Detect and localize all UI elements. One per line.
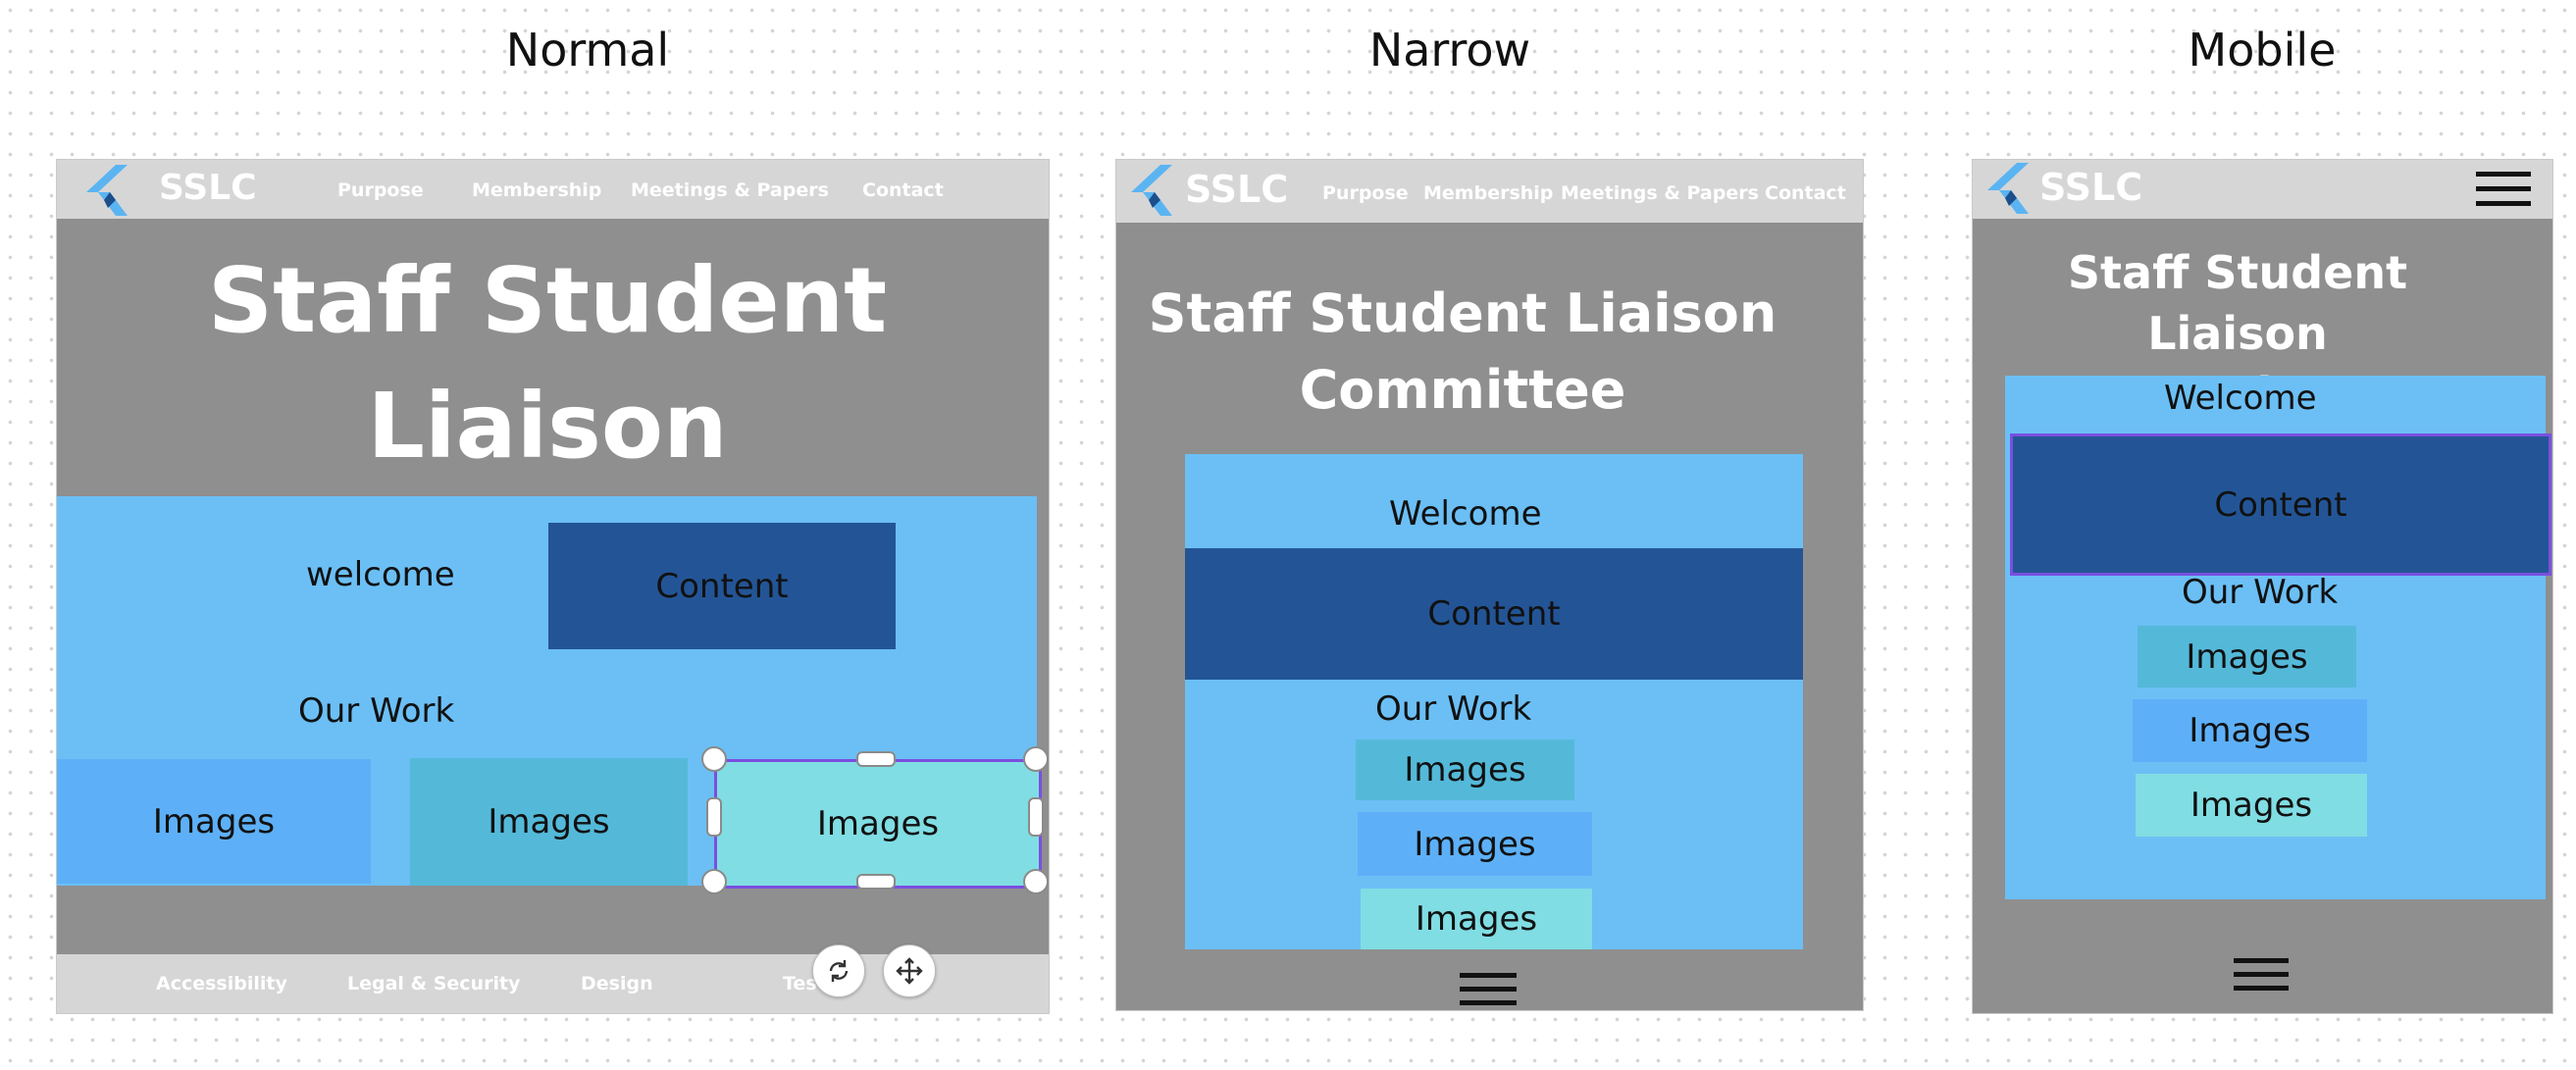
mobile-image-1-label: Images: [2186, 637, 2308, 677]
footer-accessibility[interactable]: Accessibility: [156, 973, 287, 994]
hamburger-menu-icon[interactable]: [2234, 954, 2289, 995]
page-title-line1: Staff Student Liaison: [2067, 246, 2408, 360]
footer-legal-security[interactable]: Legal & Security: [347, 973, 520, 994]
normal-content-label: Content: [655, 566, 789, 606]
normal-image-1[interactable]: Images: [57, 759, 371, 884]
nav-membership[interactable]: Membership: [1423, 182, 1553, 204]
mobile-content-label: Content: [2214, 484, 2347, 525]
normal-image-3-label: Images: [816, 804, 940, 843]
move-button[interactable]: [883, 944, 936, 997]
rotate-icon: [829, 960, 849, 982]
nav-membership[interactable]: Membership: [472, 179, 601, 201]
normal-image-2-label: Images: [488, 802, 610, 841]
flutter-logo-icon: [86, 165, 128, 216]
mobile-welcome-label: Welcome: [2164, 379, 2317, 418]
brand-logo-text[interactable]: SSLC: [159, 168, 257, 208]
brand-logo-text[interactable]: SSLC: [1185, 168, 1288, 211]
narrow-image-2-label: Images: [1414, 824, 1536, 864]
resize-handle-right[interactable]: [1028, 797, 1044, 837]
page-title-line1: Staff Student Liaison: [207, 248, 888, 479]
mobile-image-3-label: Images: [2190, 786, 2313, 825]
flutter-logo-icon: [1987, 163, 2029, 214]
move-icon: [896, 957, 923, 985]
nav-contact[interactable]: Contact: [1765, 182, 1846, 204]
mobile-image-1[interactable]: Images: [2138, 626, 2356, 688]
mobile-content-box-selected[interactable]: Content: [2010, 433, 2551, 576]
narrow-image-1-label: Images: [1404, 750, 1526, 790]
footer-design[interactable]: Design: [581, 973, 653, 994]
nav-meetings-papers[interactable]: Meetings & Papers: [1561, 182, 1759, 204]
mobile-image-2[interactable]: Images: [2133, 699, 2367, 762]
resize-handle-top-right[interactable]: [1023, 746, 1049, 772]
normal-image-1-label: Images: [152, 801, 276, 841]
heading-normal: Normal: [505, 24, 670, 76]
heading-mobile: Mobile: [2188, 24, 2337, 76]
nav-contact[interactable]: Contact: [862, 179, 944, 201]
narrow-image-3[interactable]: Images: [1361, 889, 1592, 949]
resize-handle-bottom[interactable]: [856, 874, 896, 890]
resize-handle-bottom-left[interactable]: [701, 869, 727, 894]
nav-purpose[interactable]: Purpose: [1322, 182, 1409, 204]
normal-navbar: SSLC Purpose Membership Meetings & Paper…: [57, 160, 1049, 219]
resize-handle-bottom-right[interactable]: [1023, 869, 1049, 894]
hamburger-menu-icon[interactable]: [1460, 969, 1517, 1010]
page-title-line2: Committee: [1299, 359, 1626, 421]
mobile-image-3[interactable]: Images: [2136, 774, 2367, 837]
mobile-frame[interactable]: SSLC Staff Student Liaison Committee Wel…: [1972, 159, 2553, 1014]
page-title-line1: Staff Student Liaison: [1148, 282, 1777, 344]
resize-handle-top-left[interactable]: [701, 746, 727, 772]
narrow-content-box[interactable]: Content: [1185, 548, 1803, 680]
mobile-navbar: SSLC: [1973, 160, 2552, 219]
mobile-our-work-label: Our Work: [2182, 573, 2339, 612]
normal-content-box[interactable]: Content: [548, 523, 896, 649]
page-title: Staff Student Liaison Committee: [1116, 276, 1809, 429]
resize-handle-top[interactable]: [856, 751, 896, 767]
normal-our-work-label: Our Work: [298, 691, 455, 731]
narrow-content-label: Content: [1427, 594, 1561, 634]
mobile-image-2-label: Images: [2189, 711, 2311, 750]
narrow-image-3-label: Images: [1415, 899, 1538, 939]
flutter-logo-icon: [1131, 165, 1172, 216]
hamburger-menu-icon[interactable]: [2476, 168, 2531, 211]
narrow-welcome-label: Welcome: [1389, 494, 1542, 534]
nav-meetings-papers[interactable]: Meetings & Papers: [631, 179, 829, 201]
resize-handle-left[interactable]: [706, 797, 722, 837]
narrow-image-1[interactable]: Images: [1356, 739, 1574, 800]
footer-tes[interactable]: Tes: [783, 973, 817, 994]
narrow-our-work-label: Our Work: [1375, 689, 1532, 729]
normal-image-2[interactable]: Images: [410, 758, 688, 886]
narrow-frame[interactable]: SSLC Purpose Membership Meetings & Paper…: [1115, 159, 1864, 1011]
normal-welcome-label: welcome: [306, 555, 455, 594]
narrow-navbar: SSLC Purpose Membership Meetings & Paper…: [1116, 160, 1863, 223]
normal-frame[interactable]: SSLC Purpose Membership Meetings & Paper…: [56, 159, 1050, 1014]
heading-narrow: Narrow: [1368, 24, 1531, 76]
normal-image-3-selected[interactable]: Images: [714, 759, 1042, 889]
rotate-button[interactable]: [812, 944, 865, 997]
nav-purpose[interactable]: Purpose: [337, 179, 424, 201]
narrow-image-2[interactable]: Images: [1358, 812, 1592, 876]
brand-logo-text[interactable]: SSLC: [2039, 166, 2142, 209]
